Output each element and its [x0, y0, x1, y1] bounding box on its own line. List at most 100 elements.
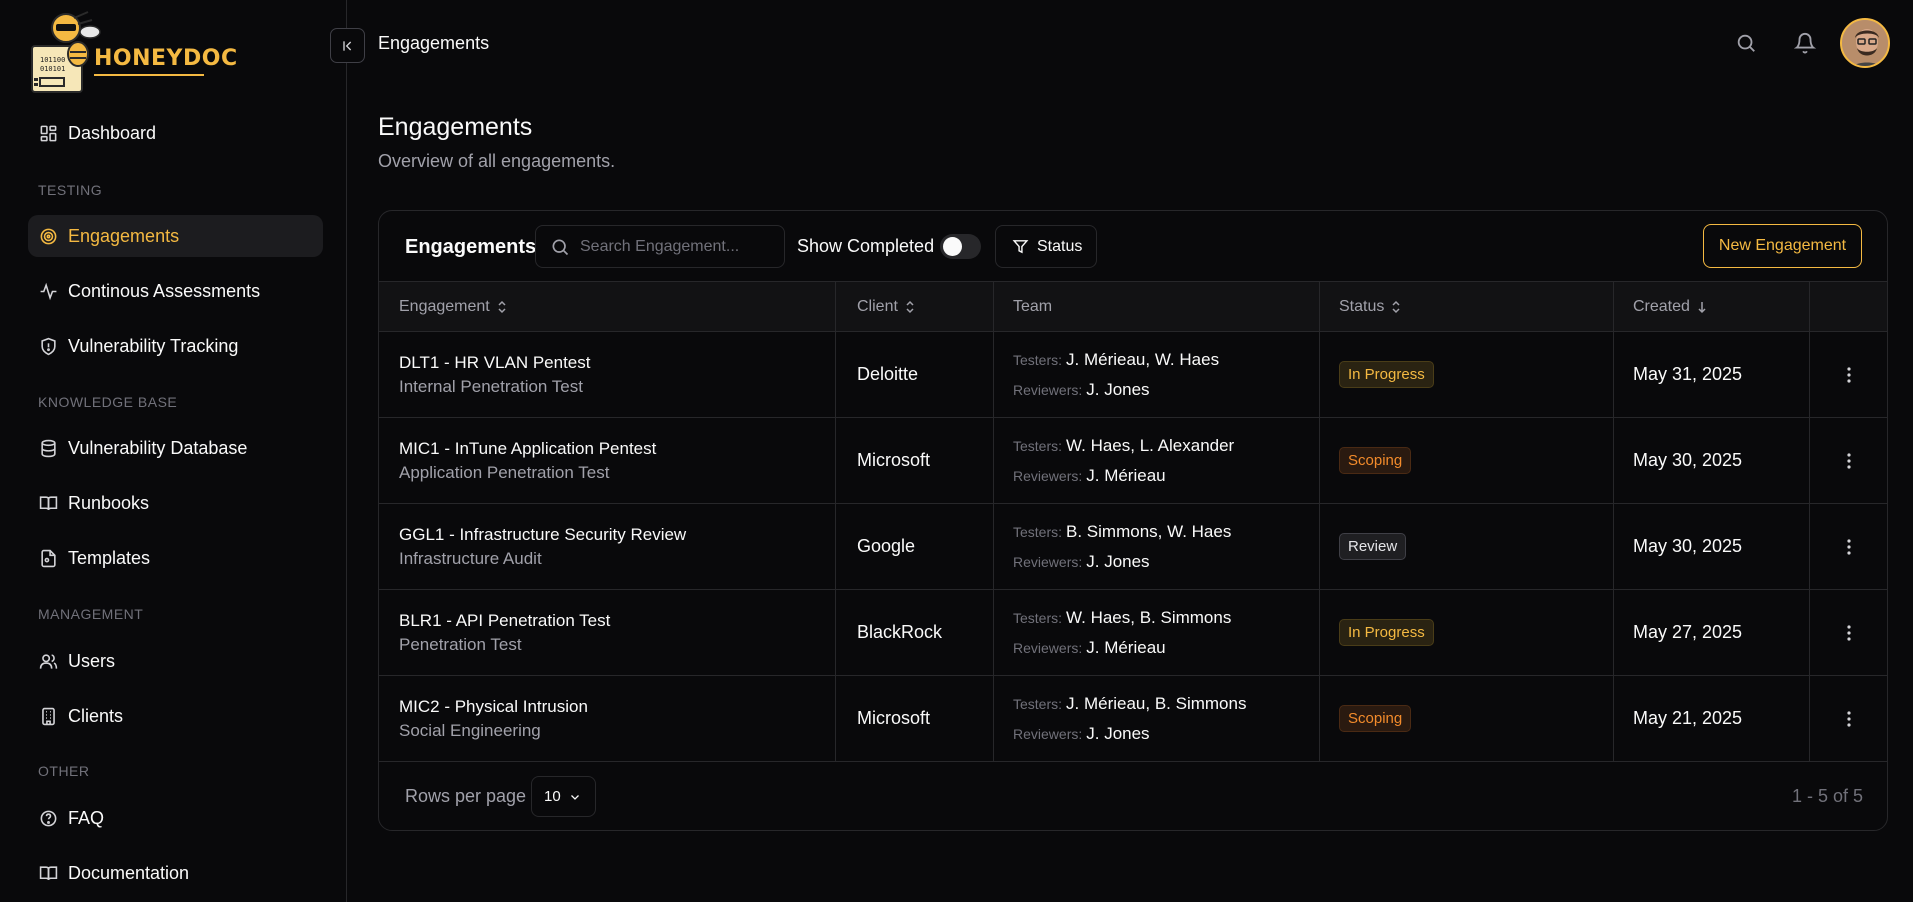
avatar[interactable] — [1840, 18, 1890, 68]
created-cell: May 30, 2025 — [1633, 450, 1743, 470]
column-label: Engagement — [399, 298, 490, 315]
sidebar-item-templates[interactable]: Templates — [28, 537, 323, 579]
search-placeholder: Search Engagement... — [580, 237, 740, 255]
sidebar-item-runbooks[interactable]: Runbooks — [28, 482, 323, 524]
reviewers-line: Reviewers: J. Jones — [1013, 375, 1219, 405]
dashboard-icon — [38, 123, 58, 143]
more-vertical-icon — [1847, 538, 1851, 555]
brand-underline — [94, 74, 204, 76]
sidebar-item-vulnerability-tracking[interactable]: Vulnerability Tracking — [28, 325, 323, 367]
reviewers-line: Reviewers: J. Mérieau — [1013, 461, 1234, 491]
created-cell: May 21, 2025 — [1633, 708, 1743, 728]
search-input[interactable]: Search Engagement... — [535, 225, 785, 268]
table-row[interactable]: BLR1 - API Penetration Test Penetration … — [379, 590, 1887, 676]
reviewers-value: J. Jones — [1086, 551, 1150, 571]
testers-label: Testers: — [1013, 523, 1063, 540]
status-badge: Scoping — [1339, 447, 1412, 474]
table-row[interactable]: MIC1 - InTune Application Pentest Applic… — [379, 418, 1887, 504]
testers-value: W. Haes, L. Alexander — [1066, 435, 1235, 455]
rows-per-page-select[interactable]: 10 — [531, 776, 596, 817]
column-status[interactable]: Status — [1339, 282, 1402, 332]
reviewers-label: Reviewers: — [1013, 553, 1083, 570]
engagement-name: MIC2 - Physical Intrusion — [399, 696, 588, 716]
engagement-cell: DLT1 - HR VLAN Pentest Internal Penetrat… — [399, 332, 590, 417]
sidebar-item-label: Dashboard — [68, 122, 157, 143]
sort-icon — [496, 300, 508, 314]
testers-value: J. Mérieau, W. Haes — [1066, 349, 1220, 369]
table-header: Engagement Client Team Status Created — [379, 281, 1887, 332]
column-created[interactable]: Created — [1633, 282, 1708, 332]
rows-per-page-value: 10 — [544, 788, 561, 805]
sort-desc-icon — [1696, 300, 1708, 314]
row-actions-button[interactable] — [1809, 418, 1887, 503]
sidebar-item-users[interactable]: Users — [28, 640, 323, 682]
target-icon — [38, 226, 58, 246]
sidebar-item-engagements[interactable]: Engagements — [28, 215, 323, 257]
pagination-info: 1 - 5 of 5 — [1791, 786, 1863, 806]
new-engagement-button[interactable]: New Engagement — [1703, 224, 1862, 268]
sidebar-item-faq[interactable]: FAQ — [28, 797, 323, 839]
engagement-type: Penetration Test — [399, 634, 522, 654]
book-icon — [38, 493, 58, 513]
sidebar-item-clients[interactable]: Clients — [28, 695, 323, 737]
sidebar-item-dashboard[interactable]: Dashboard — [28, 112, 323, 154]
status-badge: Review — [1339, 533, 1407, 560]
sidebar-item-documentation[interactable]: Documentation — [28, 852, 323, 894]
status-badge: Scoping — [1339, 705, 1412, 732]
toggle-knob — [943, 237, 962, 256]
testers-value: J. Mérieau, B. Simmons — [1066, 693, 1247, 713]
column-label: Client — [857, 298, 898, 315]
search-icon — [1737, 34, 1755, 52]
column-team: Team — [1013, 282, 1052, 332]
collapse-sidebar-button[interactable] — [330, 28, 365, 63]
row-actions-button[interactable] — [1809, 332, 1887, 417]
section-management: MANAGEMENT — [38, 606, 144, 622]
table-row[interactable]: GGL1 - Infrastructure Security Review In… — [379, 504, 1887, 590]
status-cell: In Progress — [1339, 332, 1434, 417]
notifications-button[interactable] — [1792, 30, 1818, 56]
users-icon — [38, 651, 58, 671]
honeydoc-logo[interactable]: 101100 010101 HONEYDOC — [28, 10, 237, 94]
page-subtitle: Overview of all engagements. — [378, 151, 616, 171]
testers-value: B. Simmons, W. Haes — [1066, 521, 1232, 541]
search-button[interactable] — [1733, 30, 1759, 56]
status-badge: In Progress — [1339, 619, 1434, 646]
row-actions-button[interactable] — [1809, 590, 1887, 675]
table-row[interactable]: DLT1 - HR VLAN Pentest Internal Penetrat… — [379, 332, 1887, 418]
user-avatar-icon — [1842, 20, 1888, 66]
sidebar-item-label: FAQ — [68, 807, 105, 828]
breadcrumb: Engagements — [378, 33, 490, 53]
reviewers-value: J. Jones — [1086, 379, 1150, 399]
engagement-cell: MIC1 - InTune Application Pentest Applic… — [399, 418, 656, 503]
column-client[interactable]: Client — [857, 282, 916, 332]
status-cell: Review — [1339, 504, 1407, 589]
reviewers-label: Reviewers: — [1013, 467, 1083, 484]
sidebar-item-continous-assessments[interactable]: Continous Assessments — [28, 270, 323, 312]
section-other: OTHER — [38, 763, 90, 779]
column-label: Created — [1633, 298, 1690, 315]
column-engagement[interactable]: Engagement — [399, 282, 508, 332]
card-title: Engagements — [405, 236, 537, 258]
show-completed-toggle[interactable] — [940, 234, 981, 259]
row-actions-button[interactable] — [1809, 504, 1887, 589]
team-cell: Testers: W. Haes, L. Alexander Reviewers:… — [1013, 418, 1234, 503]
status-cell: Scoping — [1339, 418, 1412, 503]
client-cell: Google — [857, 536, 916, 556]
brand-name: HONEYDOC — [94, 46, 238, 71]
testers-label: Testers: — [1013, 609, 1063, 626]
sidebar-item-label: Vulnerability Tracking — [68, 335, 239, 356]
bell-icon — [1794, 32, 1816, 54]
sort-icon — [904, 300, 916, 314]
client-cell: BlackRock — [857, 622, 943, 642]
team-cell: Testers: J. Mérieau, B. Simmons Reviewers… — [1013, 676, 1246, 761]
row-actions-button[interactable] — [1809, 676, 1887, 761]
engagement-name: DLT1 - HR VLAN Pentest — [399, 352, 591, 372]
status-filter-button[interactable]: Status — [995, 225, 1097, 268]
sidebar-item-label: Continous Assessments — [68, 280, 261, 301]
sidebar-item-vulnerability-database[interactable]: Vulnerability Database — [28, 427, 323, 469]
help-icon — [38, 808, 58, 828]
sidebar-item-label: Runbooks — [68, 492, 150, 513]
table-row[interactable]: MIC2 - Physical Intrusion Social Enginee… — [379, 676, 1887, 762]
activity-icon — [38, 281, 58, 301]
more-vertical-icon — [1847, 624, 1851, 641]
